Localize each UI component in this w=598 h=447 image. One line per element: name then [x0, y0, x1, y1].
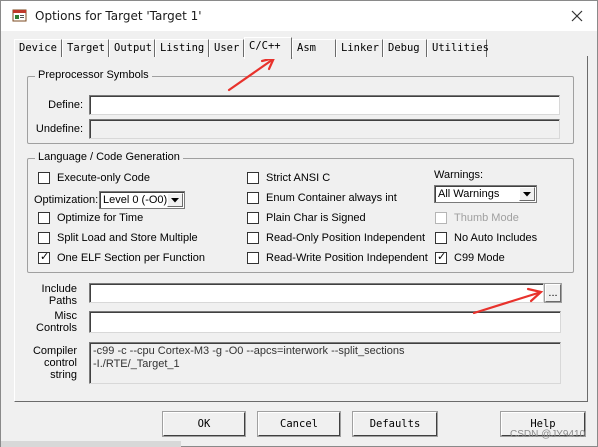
window-title: Options for Target 'Target 1'	[35, 9, 202, 23]
thumb-mode-label: Thumb Mode	[454, 212, 519, 224]
tab-strip: Device Target Output Listing User C/C++ …	[14, 37, 588, 59]
thumb-mode-checkbox[interactable]: Thumb Mode	[435, 211, 519, 225]
no-auto-includes-label: No Auto Includes	[454, 232, 538, 244]
optimization-dropdown-button[interactable]	[167, 193, 183, 207]
defaults-button[interactable]: Defaults	[352, 411, 438, 437]
chevron-down-icon	[171, 197, 179, 202]
tab-debug[interactable]: Debug	[383, 39, 427, 57]
tab-linker[interactable]: Linker	[336, 39, 383, 57]
undefine-field[interactable]	[89, 119, 560, 139]
language-group-label: Language / Code Generation	[35, 151, 183, 163]
tab-page-c-cpp: Preprocessor Symbols Define: Undefine: L…	[14, 56, 588, 402]
no-auto-includes-box[interactable]	[435, 232, 447, 244]
cancel-button[interactable]: Cancel	[257, 411, 341, 437]
plain-char-checkbox[interactable]: Plain Char is Signed	[247, 211, 366, 225]
ro-pi-label: Read-Only Position Independent	[266, 232, 425, 244]
one-elf-label: One ELF Section per Function	[57, 252, 205, 264]
optimization-value: Level 0 (-O0)	[103, 194, 167, 206]
split-load-box[interactable]	[38, 232, 50, 244]
include-paths-input[interactable]	[90, 284, 543, 302]
include-paths-label: Include Paths	[41, 283, 77, 307]
no-auto-includes-checkbox[interactable]: No Auto Includes	[435, 231, 537, 245]
undefine-label: Undefine:	[35, 123, 83, 135]
language-group: Language / Code Generation Execute-only …	[27, 151, 574, 273]
execute-only-checkbox[interactable]: Execute-only Code	[38, 171, 150, 185]
tab-target[interactable]: Target	[62, 39, 109, 57]
rw-pi-label: Read-Write Position Independent	[266, 252, 428, 264]
split-load-checkbox[interactable]: Split Load and Store Multiple	[38, 231, 198, 245]
one-elf-checkbox[interactable]: ✓ One ELF Section per Function	[38, 251, 205, 265]
define-field[interactable]	[89, 95, 560, 115]
enum-container-label: Enum Container always int	[266, 192, 397, 204]
include-paths-field[interactable]	[89, 283, 544, 303]
strict-ansi-box[interactable]	[247, 172, 259, 184]
optimize-time-label: Optimize for Time	[57, 212, 144, 224]
warnings-label: Warnings:	[434, 169, 484, 181]
rw-pi-checkbox[interactable]: Read-Write Position Independent	[247, 251, 428, 265]
ro-pi-box[interactable]	[247, 232, 259, 244]
optimization-label: Optimization:	[34, 194, 99, 206]
split-load-label: Split Load and Store Multiple	[57, 232, 198, 244]
include-paths-browse-button[interactable]: ...	[544, 283, 562, 303]
tab-user[interactable]: User	[209, 39, 244, 57]
tab-listing[interactable]: Listing	[155, 39, 209, 57]
optimize-time-box[interactable]	[38, 212, 50, 224]
tab-utilities[interactable]: Utilities	[427, 39, 489, 57]
thumb-mode-box[interactable]	[435, 212, 447, 224]
define-input[interactable]	[90, 96, 559, 114]
check-mark-icon: ✓	[40, 251, 50, 263]
misc-controls-label: Misc Controls	[36, 310, 77, 334]
tab-asm[interactable]: Asm	[292, 39, 336, 57]
define-label: Define:	[48, 99, 83, 111]
plain-char-label: Plain Char is Signed	[266, 212, 366, 224]
background-window-edge	[1, 441, 181, 447]
tab-c-cpp[interactable]: C/C++	[244, 37, 292, 59]
c99-mode-label: C99 Mode	[454, 252, 505, 264]
one-elf-box[interactable]: ✓	[38, 251, 50, 264]
ok-button[interactable]: OK	[162, 411, 246, 437]
plain-char-box[interactable]	[247, 212, 259, 224]
warnings-value: All Warnings	[438, 188, 500, 200]
enum-container-checkbox[interactable]: Enum Container always int	[247, 191, 397, 205]
compiler-control-line-1: -c99 -c --cpu Cortex-M3 -g -O0 --apcs=in…	[93, 345, 405, 357]
c99-mode-box[interactable]: ✓	[435, 251, 447, 264]
compiler-control-label: Compiler control string	[32, 345, 77, 381]
tab-output[interactable]: Output	[109, 39, 155, 57]
compiler-control-string[interactable]: -c99 -c --cpu Cortex-M3 -g -O0 --apcs=in…	[89, 342, 561, 384]
c99-mode-checkbox[interactable]: ✓ C99 Mode	[435, 251, 505, 265]
misc-controls-input[interactable]	[90, 312, 560, 332]
compiler-control-line-2: -I./RTE/_Target_1	[93, 358, 180, 370]
enum-container-box[interactable]	[247, 192, 259, 204]
warnings-dropdown-button[interactable]	[519, 187, 535, 201]
preprocessor-group: Preprocessor Symbols Define: Undefine:	[27, 69, 574, 144]
close-icon	[571, 10, 583, 22]
strict-ansi-checkbox[interactable]: Strict ANSI C	[247, 171, 330, 185]
keil-options-icon	[12, 8, 28, 24]
ro-pi-checkbox[interactable]: Read-Only Position Independent	[247, 231, 425, 245]
undefine-input[interactable]	[90, 120, 559, 138]
tab-device[interactable]: Device	[14, 39, 62, 57]
options-dialog: Options for Target 'Target 1' Device Tar…	[0, 0, 598, 447]
execute-only-label: Execute-only Code	[57, 172, 150, 184]
rw-pi-box[interactable]	[247, 252, 259, 264]
close-button[interactable]	[563, 4, 591, 28]
optimize-time-checkbox[interactable]: Optimize for Time	[38, 211, 143, 225]
warnings-select[interactable]: All Warnings	[434, 185, 537, 203]
misc-controls-field[interactable]	[89, 311, 561, 333]
execute-only-box[interactable]	[38, 172, 50, 184]
preprocessor-group-label: Preprocessor Symbols	[35, 69, 152, 81]
title-bar: Options for Target 'Target 1'	[1, 1, 597, 31]
strict-ansi-label: Strict ANSI C	[266, 172, 331, 184]
check-mark-icon: ✓	[437, 251, 447, 263]
chevron-down-icon	[523, 191, 531, 196]
optimization-select[interactable]: Level 0 (-O0)	[99, 191, 185, 209]
watermark: CSDN @JY9410	[510, 429, 586, 440]
